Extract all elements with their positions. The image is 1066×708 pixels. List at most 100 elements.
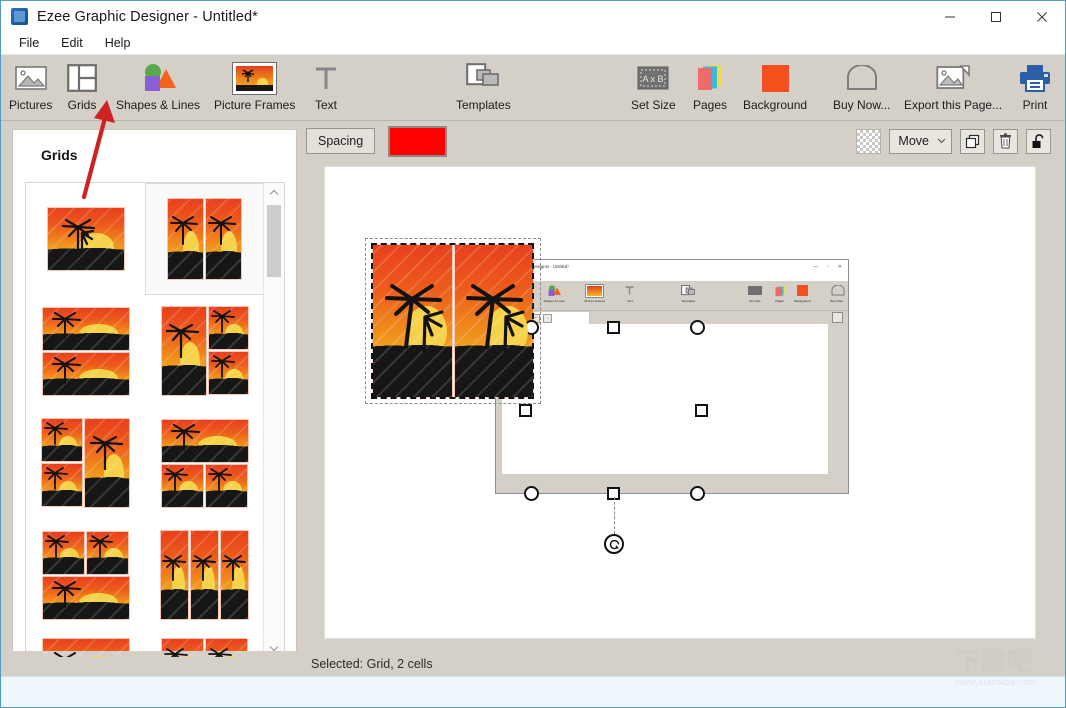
toolbar-label-background: Background xyxy=(743,98,808,112)
toolbar-button-templates[interactable]: Templates xyxy=(456,55,511,112)
mode-select[interactable]: Move xyxy=(889,128,952,154)
toolbar-button-shapes-lines[interactable]: Shapes & Lines xyxy=(116,55,200,112)
grid-item-one-top-two-bottom[interactable] xyxy=(26,631,145,657)
nested-pages-icon xyxy=(774,283,786,298)
printer-icon xyxy=(1019,61,1051,95)
nested-lbl-set-size: Set Size xyxy=(749,299,761,303)
nested-window-controls: — ▫ ✕ xyxy=(813,264,848,270)
toolbar-button-print[interactable]: Print xyxy=(1019,55,1051,112)
nested-title-bar: Ezee Graphic Designer - Untitled* — ▫ ✕ xyxy=(496,260,848,273)
grid-item-two-top-one-bottom[interactable] xyxy=(26,519,145,631)
lock-button[interactable] xyxy=(1026,128,1051,154)
design-canvas[interactable]: Ezee Graphic Designer - Untitled* — ▫ ✕ … xyxy=(324,166,1036,639)
nested-shapes-icon xyxy=(546,283,562,298)
handle-middle-right[interactable] xyxy=(695,404,708,417)
scrollbar-thumb[interactable] xyxy=(267,205,281,277)
toolbar-button-pictures[interactable]: Pictures xyxy=(9,55,52,112)
nested-remove-button: - xyxy=(543,314,553,323)
toolbar-button-export-page[interactable]: Export this Page... xyxy=(904,55,1002,112)
status-bar: Selected: Grid, 2 cells xyxy=(1,651,1065,677)
mode-select-value: Move xyxy=(898,134,929,148)
grid-cell-2[interactable] xyxy=(454,245,533,397)
bottom-bar xyxy=(1,676,1065,707)
nested-tb-background: Background xyxy=(794,281,811,303)
nested-tb-frames: Picture Frames xyxy=(584,281,606,303)
grid-item-two-rows[interactable] xyxy=(26,295,145,407)
shopping-bag-icon xyxy=(845,61,879,95)
grids-list[interactable] xyxy=(25,182,285,658)
grid-item-single[interactable] xyxy=(26,183,145,295)
nested-page xyxy=(502,324,828,474)
grid-item-top-big-two-bottom[interactable] xyxy=(145,407,264,519)
toolbar-label-text: Text xyxy=(314,98,337,112)
handle-bottom-left[interactable] xyxy=(524,486,539,501)
toolbar-button-pages[interactable]: Pages xyxy=(693,55,727,112)
status-text: Selected: Grid, 2 cells xyxy=(311,657,433,671)
shapes-icon xyxy=(138,61,178,95)
rotation-connector xyxy=(614,497,615,534)
toolbar-button-buy-now[interactable]: Buy Now... xyxy=(833,55,890,112)
toolbar-label-set-size: Set Size xyxy=(631,98,676,112)
color-swatch-button[interactable] xyxy=(388,125,448,157)
grid-item-three-columns[interactable] xyxy=(145,519,264,631)
nested-minimize-icon: — xyxy=(813,263,819,270)
nested-tb-templates: Templates xyxy=(681,281,696,303)
delete-button[interactable] xyxy=(993,128,1018,154)
toolbar-label-picture-frames: Picture Frames xyxy=(214,98,296,112)
nested-lbl-shapes: Shapes & Lines xyxy=(543,299,565,303)
maximize-icon[interactable] xyxy=(973,1,1019,32)
window-controls xyxy=(927,1,1065,32)
nested-shopping-bag-icon xyxy=(831,283,845,298)
nested-toolbar: Pictures Grids Shapes & Lines Picture Fr… xyxy=(496,281,848,311)
options-bar-right-group: Move xyxy=(856,128,1065,154)
nested-canvas-area xyxy=(496,324,848,493)
nested-lbl-buy-now: Buy Now... xyxy=(830,299,845,303)
nested-lbl-pages: Pages xyxy=(775,299,785,303)
application-window: Ezee Graphic Designer - Untitled* File E… xyxy=(0,0,1066,708)
grids-scrollbar[interactable] xyxy=(263,183,284,657)
toolbar-label-templates: Templates xyxy=(456,98,511,112)
menu-item-edit[interactable]: Edit xyxy=(51,34,93,52)
spacing-button[interactable]: Spacing xyxy=(306,128,376,154)
handle-top-center[interactable] xyxy=(607,321,620,334)
grid-item-two-left-one-right[interactable] xyxy=(26,407,145,519)
toolbar-button-text[interactable]: Text xyxy=(313,55,339,112)
grid-icon xyxy=(67,61,97,95)
close-icon[interactable] xyxy=(1019,1,1065,32)
toolbar-button-set-size[interactable]: A x B Set Size xyxy=(631,55,676,112)
placed-screenshot-object[interactable]: Ezee Graphic Designer - Untitled* — ▫ ✕ … xyxy=(495,259,849,494)
palm-tree-graphic xyxy=(465,281,527,361)
nested-lbl-frames: Picture Frames xyxy=(584,299,606,303)
toolbar-button-picture-frames[interactable]: Picture Frames xyxy=(214,55,295,112)
transparency-checker-icon[interactable] xyxy=(856,128,882,154)
toolbar-button-grids[interactable]: Grids xyxy=(67,55,97,112)
toolbar-label-shapes-lines: Shapes & Lines xyxy=(116,98,201,112)
title-bar: Ezee Graphic Designer - Untitled* xyxy=(1,1,1065,32)
handle-bottom-right[interactable] xyxy=(690,486,705,501)
rotation-handle[interactable] xyxy=(604,534,624,554)
nested-lock-button xyxy=(832,312,843,323)
chevron-up-icon[interactable] xyxy=(264,183,284,201)
handle-top-right[interactable] xyxy=(690,320,705,335)
minimize-icon[interactable] xyxy=(927,1,973,32)
nested-tb-shapes: Shapes & Lines xyxy=(543,281,565,303)
picture-icon xyxy=(14,61,47,95)
grid-cell-1[interactable] xyxy=(373,245,452,397)
nested-tb-pages: Pages xyxy=(774,281,786,303)
nested-options-bar: Pictures (2) + - xyxy=(496,311,848,325)
duplicate-button[interactable] xyxy=(960,128,985,154)
nested-background-icon xyxy=(797,283,808,298)
toolbar-button-background[interactable]: Background xyxy=(743,55,807,112)
grid-item-left-big-two-right[interactable] xyxy=(145,295,264,407)
text-T-icon xyxy=(313,61,339,95)
grid-item-two-columns[interactable] xyxy=(145,183,264,295)
toolbar-label-print: Print xyxy=(1022,98,1048,112)
toolbar-label-grids: Grids xyxy=(67,98,97,112)
nested-picture-frame-icon xyxy=(586,283,604,298)
handle-middle-left[interactable] xyxy=(519,404,532,417)
menu-bar: File Edit Help xyxy=(1,32,1065,55)
picture-frame-icon xyxy=(233,61,277,95)
menu-item-file[interactable]: File xyxy=(9,34,49,52)
nested-maximize-icon: ▫ xyxy=(827,263,829,270)
menu-item-help[interactable]: Help xyxy=(95,34,141,52)
